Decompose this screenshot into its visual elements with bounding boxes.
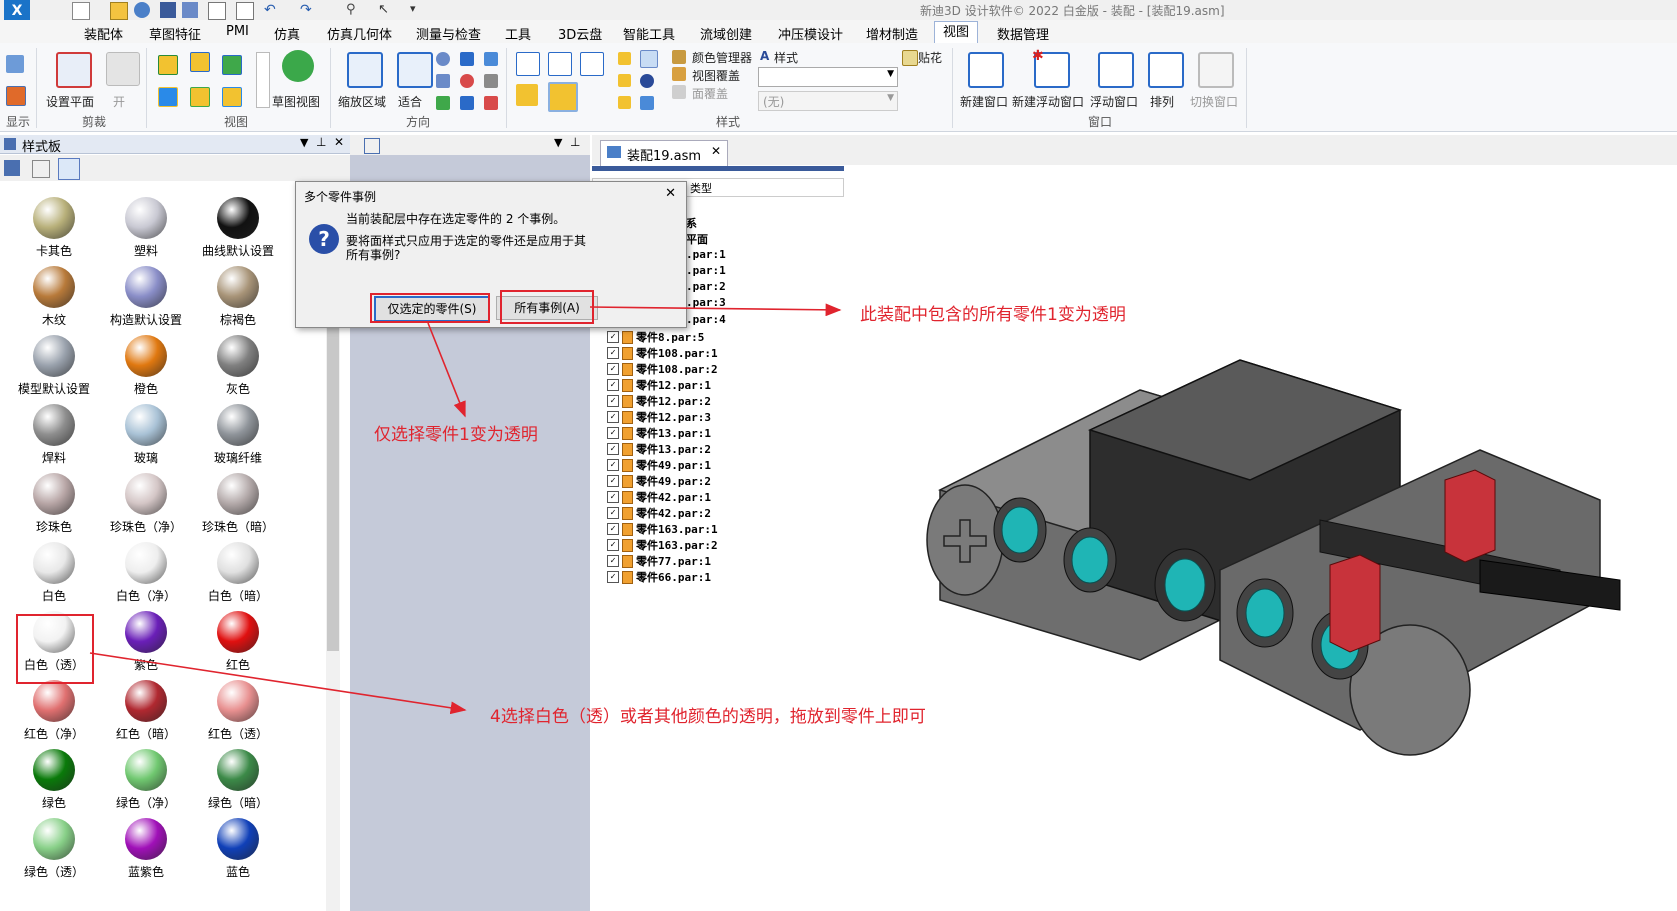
- note-step4: 4选择白色（透）或者其他颜色的透明，拖放到零件上即可: [490, 707, 926, 727]
- annotation-arrows: [89, 303, 842, 715]
- note-all-instances: 此装配中包含的所有零件1变为透明: [860, 305, 1126, 325]
- note-only-selected: 仅选择零件1变为透明: [374, 425, 538, 445]
